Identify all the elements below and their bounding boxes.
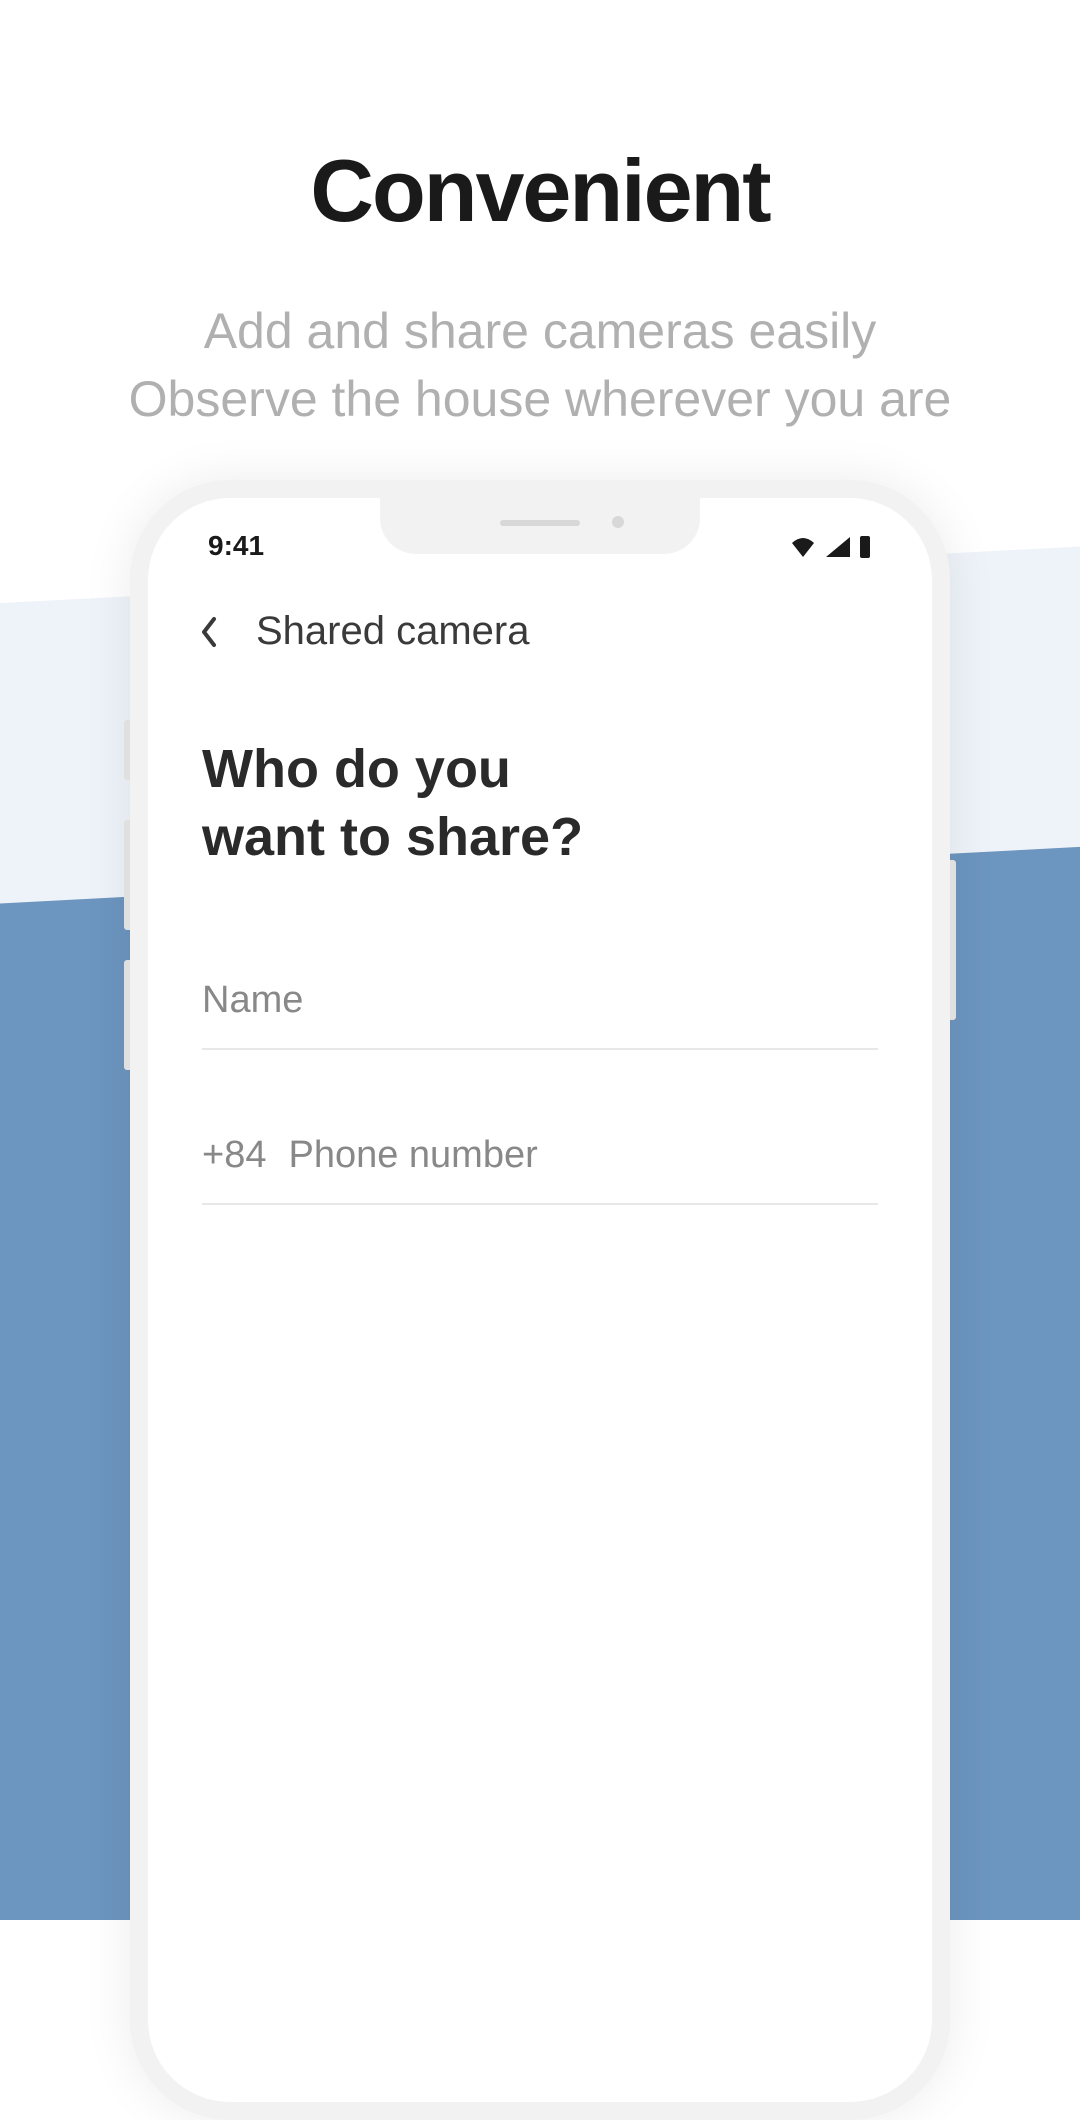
phone-field[interactable]: +84 Phone number bbox=[202, 1134, 878, 1205]
subtitle-line-2: Observe the house wherever you are bbox=[0, 366, 1080, 434]
signal-icon bbox=[824, 535, 852, 557]
back-button[interactable] bbox=[188, 615, 228, 649]
phone-placeholder: Phone number bbox=[288, 1134, 537, 1177]
share-question: Who do you want to share? bbox=[202, 736, 878, 871]
question-line-2: want to share? bbox=[202, 807, 583, 867]
marketing-subtitle: Add and share cameras easily Observe the… bbox=[0, 298, 1080, 433]
subtitle-line-1: Add and share cameras easily bbox=[0, 298, 1080, 366]
app-header: Shared camera bbox=[148, 573, 932, 684]
name-field[interactable]: Name bbox=[202, 979, 878, 1050]
header-title: Shared camera bbox=[256, 609, 529, 654]
wifi-icon bbox=[788, 535, 818, 557]
marketing-title: Convenient bbox=[0, 140, 1080, 242]
status-icons bbox=[788, 534, 872, 558]
phone-mockup: 9:41 bbox=[130, 480, 950, 2120]
name-placeholder: Name bbox=[202, 979, 303, 1022]
marketing-header: Convenient Add and share cameras easily … bbox=[0, 0, 1080, 433]
question-line-1: Who do you bbox=[202, 739, 511, 799]
country-code[interactable]: +84 bbox=[202, 1134, 266, 1177]
status-time: 9:41 bbox=[208, 530, 264, 562]
battery-icon bbox=[858, 534, 872, 558]
